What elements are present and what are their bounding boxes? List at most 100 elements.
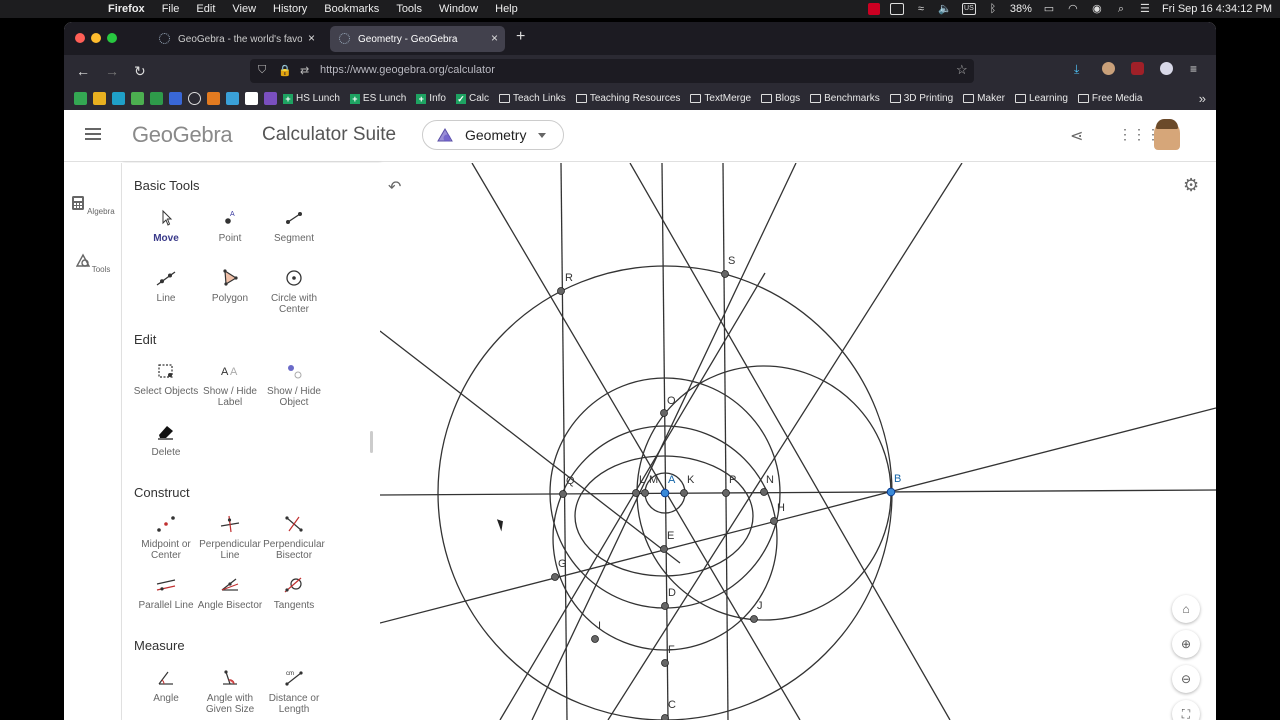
line-vertical-p[interactable] — [722, 163, 729, 720]
shield-icon[interactable]: ⛉ — [258, 64, 266, 77]
share-icon[interactable]: ⋖ — [1070, 126, 1083, 146]
point-d[interactable] — [661, 602, 669, 610]
bookmark-hs-lunch[interactable]: + HS Lunch — [283, 93, 340, 104]
zoom-window-button[interactable] — [107, 33, 117, 43]
point-q[interactable] — [559, 490, 567, 498]
undo-icon[interactable]: ↶ — [388, 177, 401, 197]
zoom-out-button[interactable]: ⊖ — [1172, 665, 1200, 693]
menu-view[interactable]: View — [232, 3, 256, 15]
point-h[interactable] — [770, 517, 778, 525]
bookmark-icon[interactable] — [264, 92, 277, 105]
tool-show-hide-label[interactable]: AA Show / Hide Label — [195, 362, 265, 408]
zoom-in-button[interactable]: ⊕ — [1172, 630, 1200, 658]
point-j[interactable] — [750, 615, 758, 623]
point-e[interactable] — [660, 545, 668, 553]
line-diagonal[interactable] — [380, 330, 681, 564]
forward-arrow-icon[interactable]: → — [105, 63, 119, 79]
bookmark-maker[interactable]: Maker — [963, 93, 1005, 104]
app-menu-icon[interactable]: ≡ — [1190, 62, 1197, 76]
point-c[interactable] — [661, 714, 669, 720]
close-tab-icon[interactable]: × — [491, 31, 498, 45]
status-cloud-icon[interactable]: ≈ — [914, 3, 928, 15]
spotlight-search-icon[interactable]: ⌕ — [1114, 3, 1128, 15]
point-b[interactable] — [886, 487, 896, 497]
tool-angle-bisector[interactable]: Angle Bisector — [195, 576, 265, 611]
tool-line[interactable]: Line — [131, 269, 201, 304]
tool-perpendicular-bisector[interactable]: Perpendicular Bisector — [259, 515, 329, 561]
apple-menu-icon[interactable] — [80, 2, 94, 16]
control-center-icon[interactable]: ☰ — [1138, 3, 1152, 15]
wifi-icon[interactable]: ◠ — [1066, 3, 1080, 15]
line-steep-5[interactable] — [629, 163, 951, 720]
url-text[interactable]: https://www.geogebra.org/calculator — [320, 64, 495, 76]
home-view-button[interactable]: ⌂ — [1172, 595, 1200, 623]
bluetooth-icon[interactable]: ᛒ — [986, 3, 1000, 15]
address-bar[interactable]: ⛉ 🔒 ⇄ https://www.geogebra.org/calculato… — [250, 59, 974, 83]
reload-icon[interactable]: ↻ — [134, 63, 146, 80]
lock-icon[interactable]: 🔒 — [278, 64, 292, 77]
point-f[interactable] — [661, 659, 669, 667]
menu-bookmarks[interactable]: Bookmarks — [324, 3, 379, 15]
permissions-icon[interactable]: ⇄ — [300, 64, 309, 77]
bookmark-calc[interactable]: ✓ Calc — [455, 93, 489, 104]
tool-polygon[interactable]: Polygon — [195, 269, 265, 304]
menu-help[interactable]: Help — [495, 3, 518, 15]
extension-icon[interactable] — [1131, 62, 1144, 78]
volume-icon[interactable]: 🔈 — [938, 3, 952, 15]
tool-show-hide-object[interactable]: Show / Hide Object — [259, 362, 329, 408]
app-selector[interactable]: Geometry — [422, 120, 564, 150]
bookmark-3d-printing[interactable]: 3D Printing — [889, 93, 953, 104]
line-steep-3[interactable] — [607, 163, 963, 720]
point-m[interactable] — [641, 489, 649, 497]
more-bookmarks-icon[interactable]: » — [1199, 91, 1206, 106]
bookmark-star-icon[interactable]: ☆ — [956, 62, 968, 78]
point-p[interactable] — [722, 489, 730, 497]
bookmark-benchmarks[interactable]: Benchmarks — [810, 93, 880, 104]
tool-circle-with-center[interactable]: Circle with Center — [259, 269, 329, 315]
phone-icon[interactable] — [150, 92, 163, 105]
tool-point[interactable]: A Point — [195, 209, 265, 244]
point-r[interactable] — [557, 287, 565, 295]
bookmark-blogs[interactable]: Blogs — [761, 93, 800, 104]
close-window-button[interactable] — [75, 33, 85, 43]
globe-icon[interactable] — [188, 92, 201, 105]
bookmark-info[interactable]: + Info — [416, 93, 446, 104]
line-gb[interactable] — [380, 407, 1216, 624]
tool-midpoint[interactable]: Midpoint or Center — [131, 515, 201, 561]
tool-perpendicular-line[interactable]: Perpendicular Line — [195, 515, 265, 561]
new-tab-icon[interactable]: + — [516, 28, 525, 46]
tool-segment[interactable]: Segment — [259, 209, 329, 244]
settings-gear-icon[interactable]: ⚙ — [1183, 175, 1199, 196]
bookmark-learning[interactable]: Learning — [1014, 93, 1068, 104]
menu-tools[interactable]: Tools — [396, 3, 422, 15]
menu-app[interactable]: Firefox — [108, 3, 145, 15]
classroom-icon[interactable] — [131, 92, 144, 105]
tool-delete[interactable]: Delete — [131, 423, 201, 458]
user-icon[interactable]: ◉ — [1090, 3, 1104, 15]
tab-geogebra-home[interactable]: GeoGebra - the world's favorite, fr × — [150, 26, 322, 52]
tool-angle-given-size[interactable]: Angle with Given Size — [195, 669, 265, 715]
status-app-icon[interactable] — [889, 3, 904, 15]
user-avatar[interactable] — [1154, 119, 1180, 150]
menubar-clock[interactable]: Fri Sep 16 4:34:12 PM — [1162, 3, 1272, 15]
a-icon[interactable] — [169, 92, 182, 105]
point-l[interactable] — [632, 489, 640, 497]
globe-extension-icon[interactable] — [1160, 62, 1173, 78]
bookmark-textmerge[interactable]: TextMerge — [690, 93, 751, 104]
fullscreen-button[interactable]: ⛶ — [1172, 700, 1200, 720]
bookmark-es-lunch[interactable]: + ES Lunch — [349, 93, 406, 104]
bookmark-icon[interactable] — [112, 92, 125, 105]
point-s[interactable] — [721, 270, 729, 278]
line-steep-2[interactable] — [531, 163, 797, 720]
bookmark-icon[interactable] — [207, 92, 220, 105]
minimize-window-button[interactable] — [91, 33, 101, 43]
point-i[interactable] — [591, 635, 599, 643]
menu-edit[interactable]: Edit — [196, 3, 215, 15]
geometry-canvas[interactable] — [380, 163, 1216, 720]
point-g[interactable] — [551, 573, 559, 581]
drive-icon[interactable] — [74, 92, 87, 105]
battery-icon[interactable]: ▭ — [1042, 3, 1056, 15]
geogebra-logo[interactable]: GeoGebra — [132, 122, 233, 148]
menu-window[interactable]: Window — [439, 3, 478, 15]
algebra-view-button[interactable]: Algebra — [64, 195, 122, 216]
